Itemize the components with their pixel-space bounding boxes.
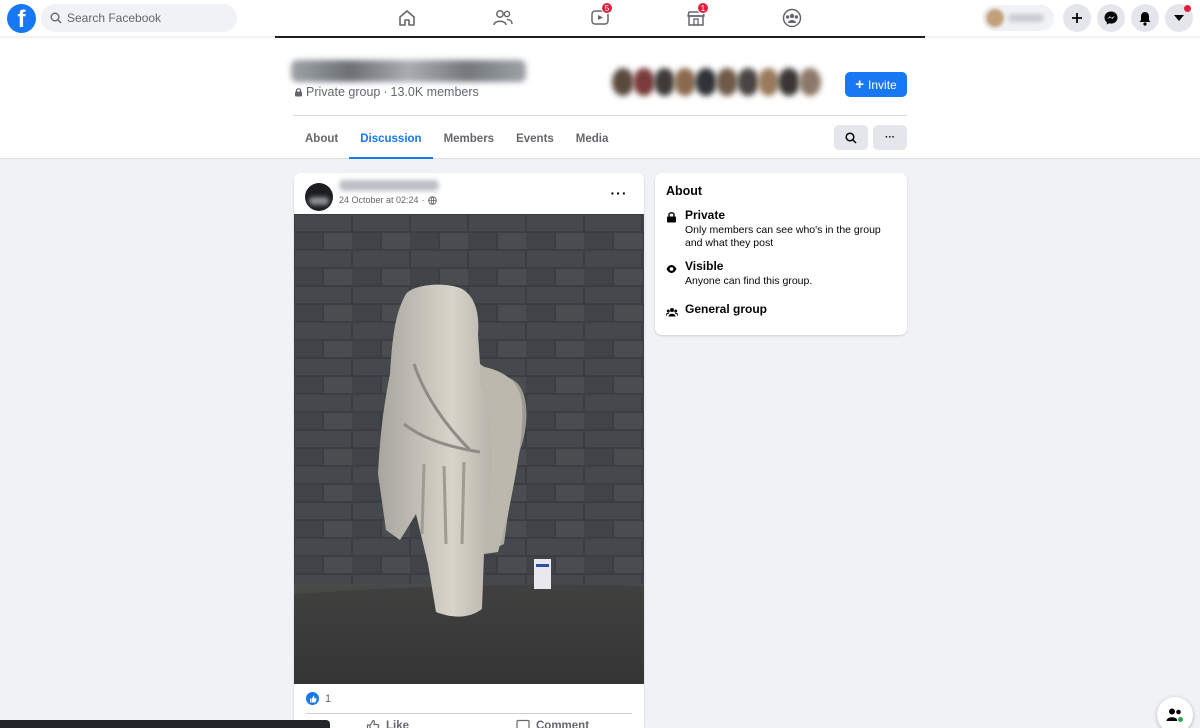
group-header: Private group · 13.0K members + Invite A… (0, 38, 1200, 159)
facebook-logo[interactable]: f (7, 4, 36, 33)
group-search-button[interactable] (834, 125, 868, 150)
group-member-count[interactable]: 13.0K members (391, 85, 479, 99)
post-photo[interactable] (294, 214, 644, 684)
bell-icon (1139, 11, 1151, 26)
account-alert-dot (1184, 5, 1191, 12)
nav-friends[interactable] (491, 6, 515, 30)
profile-name-redacted (1008, 14, 1044, 22)
like-label: Like (386, 720, 410, 728)
about-item-private: Private Only members can see who's in th… (666, 208, 897, 250)
thumbs-up-icon (366, 719, 380, 728)
post-options-button[interactable]: ··· (607, 185, 631, 201)
about-item-general-group: General group (665, 302, 768, 322)
statue-photo (294, 214, 644, 684)
about-item-description: Only members can see who's in the group … (685, 224, 881, 249)
member-avatars-redacted[interactable] (612, 68, 821, 100)
reaction-count: 1 (325, 692, 332, 705)
group-tabs: About Discussion Members Events Media (294, 118, 619, 159)
tab-media[interactable]: Media (565, 118, 620, 159)
post-meta: 24 October at 02:24 · (339, 195, 437, 205)
post-card: 24 October at 02:24 · ··· 1 Like Comment (294, 173, 644, 728)
group-icon (665, 308, 679, 317)
groups-icon (782, 8, 802, 28)
post-actions-divider (306, 713, 632, 714)
contacts-icon (1166, 708, 1184, 723)
header-divider (293, 115, 907, 116)
profile-avatar (986, 9, 1004, 27)
nav-home[interactable] (395, 6, 419, 30)
post-author-avatar[interactable] (305, 183, 333, 211)
search-box[interactable] (41, 4, 237, 32)
profile-button[interactable] (982, 5, 1054, 31)
group-privacy: Private group (306, 85, 381, 99)
comment-icon (516, 719, 530, 728)
search-icon (845, 131, 857, 144)
comment-label: Comment (536, 720, 590, 728)
invite-button[interactable]: + Invite (845, 72, 907, 97)
search-input[interactable] (67, 11, 227, 25)
plus-icon (1072, 13, 1082, 23)
group-name-redacted (291, 60, 526, 82)
friends-icon (493, 10, 513, 26)
new-message-button[interactable] (1157, 697, 1193, 728)
about-item-title: General group (685, 302, 768, 316)
post-author-name-redacted[interactable] (339, 180, 439, 191)
like-button[interactable]: Like (366, 719, 409, 728)
notifications-button[interactable] (1131, 4, 1159, 32)
post-meta-separator: · (421, 195, 425, 205)
post-reactions[interactable]: 1 (306, 692, 331, 705)
messenger-icon (1104, 11, 1118, 25)
invite-label: Invite (868, 77, 897, 92)
lock-icon (667, 212, 676, 223)
tab-events[interactable]: Events (505, 118, 565, 159)
post-timestamp[interactable]: 24 October at 02:24 (339, 195, 419, 205)
group-meta: Private group · 13.0K members (294, 85, 479, 99)
about-item-title: Private (685, 208, 726, 222)
lock-icon (295, 88, 302, 97)
globe-icon (427, 195, 437, 205)
more-icon: ··· (885, 132, 895, 143)
eye-icon (666, 265, 677, 273)
about-card: About Private Only members can see who's… (655, 173, 907, 335)
tab-members[interactable]: Members (433, 118, 506, 159)
home-icon (399, 10, 415, 26)
about-item-visible: Visible Anyone can find this group. (666, 259, 812, 288)
bottom-notification-bar (0, 720, 330, 728)
chevron-down-icon (1174, 15, 1184, 21)
about-title: About (666, 184, 703, 198)
marketplace-badge: 1 (697, 2, 709, 14)
tab-discussion[interactable]: Discussion (349, 118, 433, 159)
like-reaction-icon (306, 692, 319, 705)
nav-marketplace[interactable]: 1 (684, 2, 709, 30)
nav-groups[interactable] (780, 6, 804, 30)
tab-about[interactable]: About (294, 118, 349, 159)
group-more-button[interactable]: ··· (873, 125, 907, 150)
plus-icon: + (855, 75, 865, 93)
about-item-title: Visible (685, 259, 724, 273)
watch-badge: 5 (601, 2, 613, 14)
meta-separator: · (383, 85, 388, 99)
create-button[interactable] (1063, 4, 1091, 32)
top-navigation-bar: f 5 1 (0, 0, 1200, 36)
about-item-description: Anyone can find this group. (685, 275, 813, 287)
nav-watch[interactable]: 5 (588, 2, 613, 30)
messenger-button[interactable] (1097, 4, 1125, 32)
comment-button[interactable]: Comment (516, 719, 589, 728)
search-icon (50, 12, 62, 24)
